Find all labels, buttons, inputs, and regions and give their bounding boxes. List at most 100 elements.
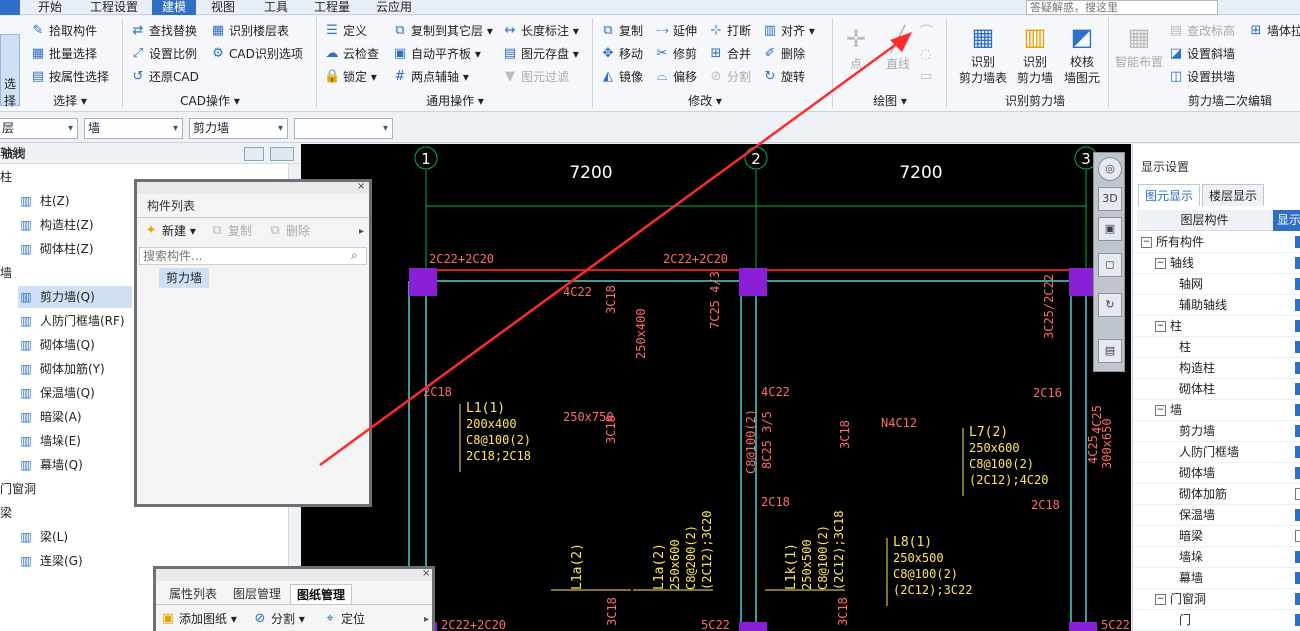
tab-floor-display[interactable]: 楼层显示 <box>1202 184 1264 206</box>
tab-properties[interactable]: 属性列表 <box>162 584 224 604</box>
panel-titlebar[interactable] <box>156 569 432 581</box>
display-row[interactable]: − 墙 <box>1133 400 1300 421</box>
floor-select[interactable]: 层 <box>0 118 78 139</box>
copy-button[interactable]: ⧉ 复制 <box>600 21 643 41</box>
orbit-icon[interactable]: ◎ <box>1098 157 1122 181</box>
display-checkbox[interactable] <box>1295 341 1300 353</box>
delete-button[interactable]: ✐ 删除 <box>762 44 805 64</box>
more-icon[interactable]: ▸ <box>424 614 429 625</box>
close-icon[interactable]: × <box>357 182 365 192</box>
wall-stretch-button[interactable]: ⊞ 墙体拉 <box>1248 21 1300 41</box>
tab-element-display[interactable]: 图元显示 <box>1138 184 1200 206</box>
draw-line-button[interactable]: ╱ 直线 <box>878 24 918 72</box>
display-checkbox[interactable] <box>1295 467 1300 479</box>
display-checkbox[interactable] <box>1295 614 1300 626</box>
locate-button[interactable]: ⌖ 定位 <box>322 609 365 629</box>
collapse-toggle-icon[interactable]: − <box>1155 321 1166 332</box>
display-row[interactable]: 砌体柱 <box>1133 379 1300 400</box>
display-checkbox[interactable] <box>1295 236 1300 248</box>
nav-item-16[interactable]: ▥ 梁(L) <box>18 526 132 548</box>
mirror-button[interactable]: ◭ 镜像 <box>600 67 643 87</box>
tab-tools[interactable]: 工具 <box>256 0 296 15</box>
display-row[interactable]: 暗梁 <box>1133 526 1300 547</box>
nav-group-5[interactable]: 墙 <box>0 262 130 284</box>
check-wall-button[interactable]: ◩ 校核 墙图元 <box>1060 22 1104 86</box>
collapse-toggle-icon[interactable]: − <box>1155 594 1166 605</box>
align-button[interactable]: ▥ 对齐 ▾ <box>762 21 815 41</box>
recognize-floor-table-button[interactable]: ▦ 识别楼层表 <box>210 21 289 41</box>
delete-component-button[interactable]: ⧉ 删除 <box>267 221 310 241</box>
measure-icon[interactable]: ▤ <box>1098 339 1122 363</box>
cad-options-button[interactable]: ⚙ CAD识别选项 <box>210 44 303 64</box>
collapse-toggle-icon[interactable]: − <box>1141 237 1152 248</box>
draw-point-button[interactable]: ✛ 点 <box>838 24 874 72</box>
display-row[interactable]: 保温墙 <box>1133 505 1300 526</box>
nav-item-2[interactable]: ▥ 柱(Z) <box>18 190 132 212</box>
find-replace-button[interactable]: ⇄ 查找替换 <box>130 21 197 41</box>
type-select[interactable]: 剪力墙 <box>189 118 288 139</box>
set-scale-button[interactable]: ⤢ 设置比例 <box>130 44 197 64</box>
save-element-button[interactable]: ▤ 图元存盘 ▾ <box>502 44 579 64</box>
tab-start[interactable]: 开始 <box>30 0 70 15</box>
display-checkbox[interactable] <box>1295 257 1300 269</box>
component-select[interactable] <box>294 118 393 139</box>
select-button[interactable]: 选择 <box>0 34 20 108</box>
display-row[interactable]: − 轴线 <box>1133 253 1300 274</box>
trim-button[interactable]: ✂ 修剪 <box>654 44 697 64</box>
nav-grid-view-icon[interactable] <box>270 147 294 161</box>
tab-project-settings[interactable]: 工程设置 <box>85 0 143 15</box>
display-checkbox[interactable] <box>1295 572 1300 584</box>
nav-item-17[interactable]: ▥ 连梁(G) <box>18 550 132 572</box>
nav-item-10[interactable]: ▥ 保温墙(Q) <box>18 382 132 404</box>
component-item-shear-wall[interactable]: 剪力墙 <box>159 268 209 288</box>
tab-modeling[interactable]: 建模 <box>152 0 196 15</box>
view-plan-icon[interactable]: ▣ <box>1098 217 1122 241</box>
extend-button[interactable]: ⤍ 延伸 <box>654 21 697 41</box>
display-checkbox[interactable] <box>1295 299 1300 311</box>
nav-item-7[interactable]: ▥ 人防门框墙(RF) <box>18 310 132 332</box>
nav-list-view-icon[interactable] <box>244 147 264 161</box>
display-checkbox[interactable] <box>1295 446 1300 458</box>
display-checkbox[interactable] <box>1295 320 1300 332</box>
smart-layout-button[interactable]: ▦ 智能布置 <box>1114 22 1164 70</box>
nav-group-15[interactable]: 梁 <box>0 502 130 524</box>
recognize-wall-table-button[interactable]: ▦ 识别 剪力墙表 <box>956 22 1010 86</box>
display-row[interactable]: 轴网 <box>1133 274 1300 295</box>
nav-item-4[interactable]: ▥ 砌体柱(Z) <box>18 238 132 260</box>
rotate-button[interactable]: ↻ 旋转 <box>762 67 805 87</box>
nav-group-14[interactable]: 门窗洞 <box>0 478 130 500</box>
nav-item-6[interactable]: ▥ 剪力墙(Q) <box>18 286 132 308</box>
nav-item-11[interactable]: ▥ 暗梁(A) <box>18 406 132 428</box>
restore-cad-button[interactable]: ↺ 还原CAD <box>130 67 199 87</box>
view-3d-icon[interactable]: 3D <box>1098 187 1122 211</box>
tab-view[interactable]: 视图 <box>203 0 243 15</box>
nav-item-12[interactable]: ▥ 墙垛(E) <box>18 430 132 452</box>
edit-elevation-button[interactable]: ▤ 查改标高 <box>1168 21 1235 41</box>
display-checkbox[interactable] <box>1295 362 1300 374</box>
split-button[interactable]: ⊘ 分割 <box>708 67 751 87</box>
category-select[interactable]: 墙 <box>84 118 183 139</box>
display-checkbox[interactable] <box>1295 278 1300 290</box>
break-button[interactable]: ⊹ 打断 <box>708 21 751 41</box>
display-row[interactable]: 构造柱 <box>1133 358 1300 379</box>
close-icon[interactable]: × <box>422 569 430 579</box>
display-row[interactable]: − 柱 <box>1133 316 1300 337</box>
nav-item-8[interactable]: ▥ 砌体墙(Q) <box>18 334 132 356</box>
more-icon[interactable]: ▸ <box>359 226 364 237</box>
define-button[interactable]: ☰ 定义 <box>324 21 367 41</box>
batch-select-button[interactable]: ▦ 批量选择 <box>30 44 97 64</box>
rotate-view-icon[interactable]: ↻ <box>1098 293 1122 317</box>
display-row[interactable]: 门 <box>1133 610 1300 631</box>
set-arch-wall-button[interactable]: ◫ 设置拱墙 <box>1168 67 1235 87</box>
copy-to-layer-button[interactable]: ⧉ 复制到其它层 ▾ <box>392 21 493 41</box>
nav-item-3[interactable]: ▥ 构造柱(Z) <box>18 214 132 236</box>
display-row[interactable]: − 所有构件 <box>1133 232 1300 253</box>
nav-group-1[interactable]: 柱 <box>0 166 130 188</box>
view-box-icon[interactable]: ◻ <box>1098 253 1122 277</box>
two-point-axis-button[interactable]: # 两点辅轴 ▾ <box>392 67 469 87</box>
search-input[interactable] <box>1026 0 1218 15</box>
move-button[interactable]: ✥ 移动 <box>600 44 643 64</box>
collapse-toggle-icon[interactable]: − <box>1155 405 1166 416</box>
select-by-property-button[interactable]: ▤ 按属性选择 <box>30 67 109 87</box>
display-checkbox[interactable] <box>1295 509 1300 521</box>
